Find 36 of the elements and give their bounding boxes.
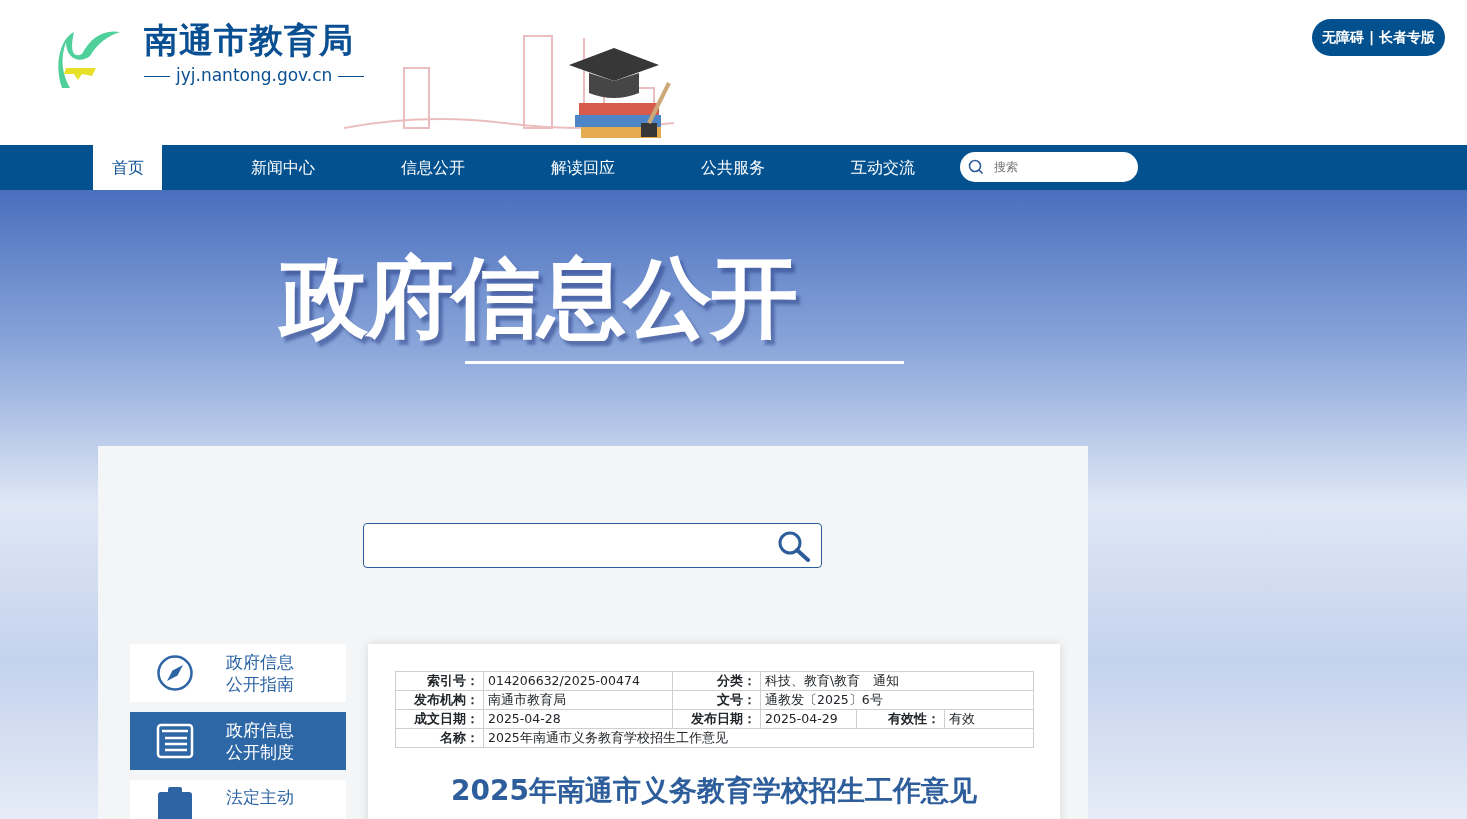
field-value: 有效 [944, 709, 1034, 729]
compass-icon [156, 654, 194, 692]
search-field[interactable]: 搜索 [960, 152, 1138, 182]
field-value: 2025-04-28 [483, 709, 673, 729]
field-label: 分类： [672, 671, 761, 691]
nav-tab[interactable]: 公共服务 [658, 145, 808, 190]
banner-title: 政府信息公开 [280, 245, 796, 351]
accessibility-button[interactable]: 无障碍 | 长者专版 [1312, 19, 1445, 56]
field-label: 发布日期： [672, 709, 761, 729]
site-title: 南通市教育局 [144, 22, 355, 60]
field-label: 索引号： [395, 671, 484, 691]
article-title: 2025年南通市义务教育学校招生工作意见 [450, 773, 978, 809]
sidebar-item[interactable]: 政府信息 公开制度 [130, 712, 346, 770]
clipboard-icon [156, 786, 194, 819]
nav-tab[interactable]: 新闻中心 [208, 145, 358, 190]
field-label: 有效性： [856, 709, 945, 729]
nav-tab[interactable]: 解读回应 [508, 145, 658, 190]
search-field[interactable] [363, 523, 822, 568]
search-icon [777, 529, 811, 562]
nav-tab[interactable]: 首页 [93, 145, 162, 190]
field-value: 科技、教育\教育 通知 [760, 671, 1034, 691]
field-value: 南通市教育局 [483, 690, 673, 710]
site-domain: jyj.nantong.gov.cn [176, 64, 333, 88]
field-value: 2025年南通市义务教育学校招生工作意见 [483, 728, 1034, 748]
field-label: 发布机构： [395, 690, 484, 710]
nav-tab[interactable]: 互动交流 [808, 145, 958, 190]
field-label: 成文日期： [395, 709, 484, 729]
nav-tab[interactable]: 信息公开 [358, 145, 508, 190]
field-label: 名称： [395, 728, 484, 748]
field-value: 通教发〔2025〕6号 [760, 690, 1034, 710]
sidebar-item[interactable]: 法定主动 [130, 780, 346, 819]
field-label: 文号： [672, 690, 761, 710]
list-icon [156, 722, 194, 760]
sidebar-item[interactable]: 政府信息 公开指南 [130, 644, 346, 702]
field-value: 014206632/2025-00474 [483, 671, 673, 691]
field-value: 2025-04-29 [760, 709, 857, 729]
